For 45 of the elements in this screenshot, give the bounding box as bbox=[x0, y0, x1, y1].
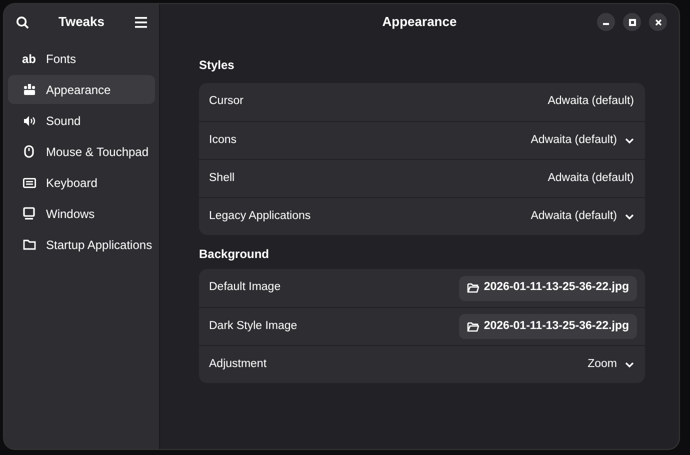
row-label: Cursor bbox=[208, 94, 244, 110]
section-heading: Styles bbox=[199, 57, 236, 74]
monitor-icon bbox=[23, 207, 35, 220]
row-label: Shell bbox=[208, 170, 235, 186]
row-label: Icons bbox=[208, 132, 236, 148]
dropdown[interactable]: Adwaita (default) bbox=[530, 208, 637, 226]
folder-icon bbox=[22, 239, 36, 250]
folder-icon bbox=[466, 283, 479, 293]
close-icon bbox=[654, 18, 662, 26]
sidebar-item[interactable]: ab Fonts bbox=[8, 44, 155, 73]
sidebar-item[interactable]: Windows bbox=[8, 199, 155, 228]
close-button[interactable] bbox=[649, 13, 667, 31]
chevron-down-icon bbox=[625, 138, 634, 144]
file-chooser-button[interactable]: 2026-01-11-13-25-36-22.jpg bbox=[458, 314, 637, 339]
maximize-button[interactable] bbox=[623, 13, 641, 31]
row-label: Dark Style Image bbox=[208, 318, 298, 334]
row-value: Adwaita (default) bbox=[548, 170, 635, 186]
menu-button[interactable] bbox=[132, 14, 149, 30]
row-label: Default Image bbox=[208, 280, 281, 296]
maximize-icon bbox=[628, 18, 636, 26]
sidebar-title: Tweaks bbox=[58, 13, 104, 32]
folder-icon bbox=[466, 322, 479, 332]
sidebar-item[interactable]: Mouse & Touchpad bbox=[8, 137, 155, 166]
sidebar-item[interactable]: Sound bbox=[8, 106, 155, 135]
row-value: Adwaita (default) bbox=[548, 94, 635, 110]
dropdown[interactable]: Adwaita (default) bbox=[530, 132, 637, 150]
file-chooser-button[interactable]: 2026-01-11-13-25-36-22.jpg bbox=[458, 276, 637, 300]
search-icon bbox=[16, 16, 28, 28]
minimize-button[interactable] bbox=[597, 13, 615, 31]
mouse-icon bbox=[24, 145, 34, 158]
dropdown[interactable]: Zoom bbox=[588, 356, 637, 374]
keyboard-icon bbox=[22, 178, 36, 188]
chevron-down-icon bbox=[625, 362, 634, 368]
chevron-down-icon bbox=[625, 214, 634, 220]
menu-icon bbox=[134, 16, 147, 28]
font-glyph-icon: ab bbox=[22, 50, 36, 68]
sidebar-item[interactable]: Appearance bbox=[8, 75, 155, 104]
window-title: Appearance bbox=[382, 13, 457, 32]
speaker-icon bbox=[23, 114, 35, 126]
section-heading: Background bbox=[199, 246, 270, 263]
row-label: Adjustment bbox=[208, 356, 267, 372]
search-button[interactable] bbox=[14, 14, 30, 30]
row-label: Legacy Applications bbox=[208, 208, 311, 224]
sidebar-item[interactable]: Keyboard bbox=[8, 168, 155, 197]
sidebar-item[interactable]: Startup Applications bbox=[8, 230, 155, 259]
